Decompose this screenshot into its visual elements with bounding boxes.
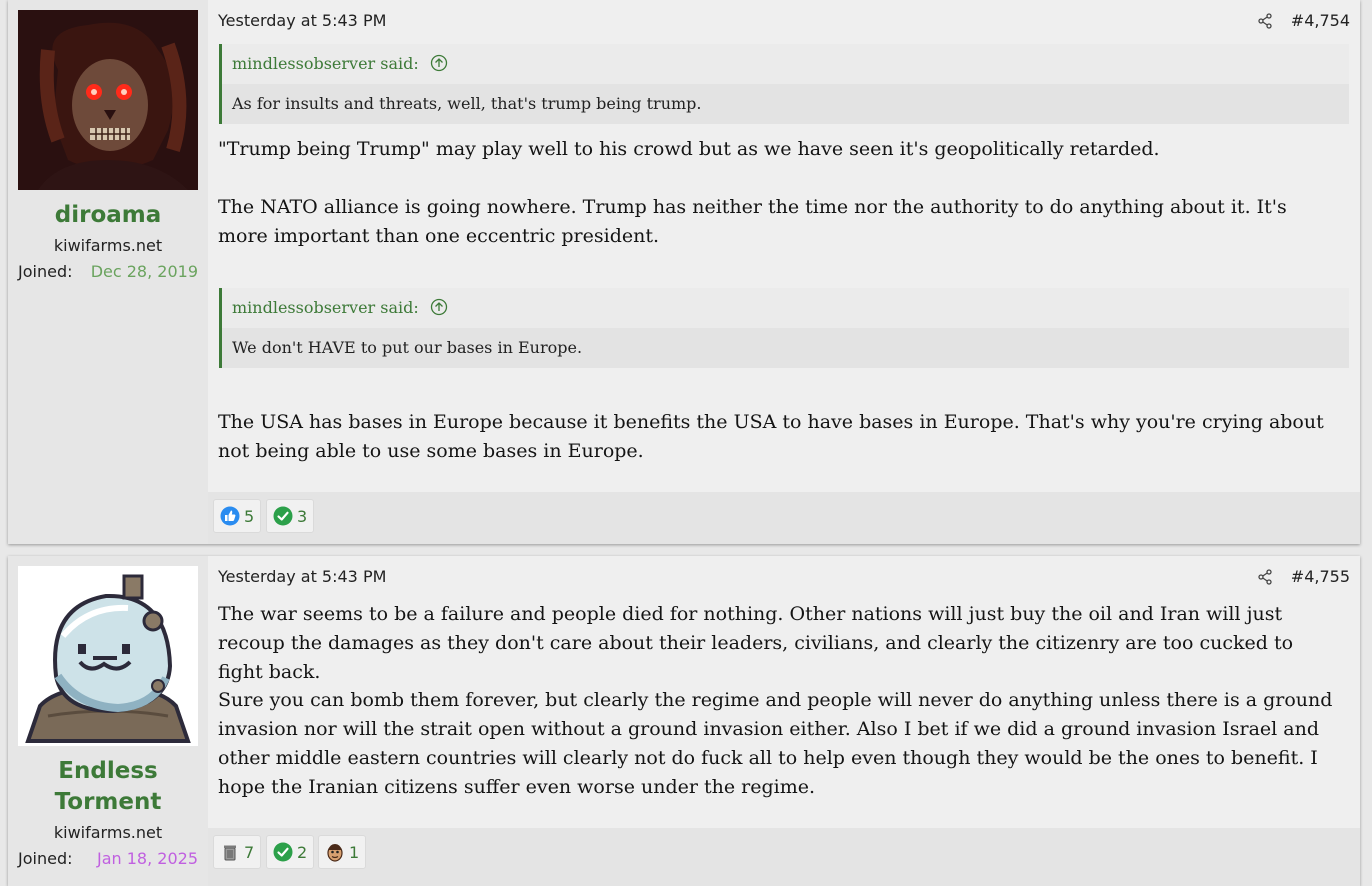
reaction-count: 7 — [244, 842, 255, 862]
post-4754: diroama kiwifarms.net Joined: Dec 28, 20… — [8, 0, 1360, 544]
arrow-up-circle-icon[interactable] — [430, 47, 448, 72]
quote-text: As for insults and threats, well, that's… — [222, 84, 1349, 124]
quote-block: mindlessobserver said: As for insults an… — [219, 44, 1349, 124]
post-timestamp[interactable]: Yesterday at 5:43 PM — [218, 11, 386, 30]
arrow-up-circle-icon[interactable] — [430, 291, 448, 316]
joined-date: Jan 18, 2025 — [97, 849, 198, 868]
post-main: Yesterday at 5:43 PM #4,754 mindlessobse… — [208, 0, 1360, 544]
user-title: kiwifarms.net — [53, 236, 163, 255]
check-icon — [273, 506, 293, 526]
post-paragraph: The USA has bases in Europe because it b… — [218, 411, 1324, 462]
joined-date: Dec 28, 2019 — [90, 262, 198, 281]
post-number[interactable]: #4,754 — [1291, 11, 1350, 30]
reaction-agree[interactable]: 3 — [266, 499, 315, 533]
reaction-count: 5 — [244, 506, 255, 526]
post-paragraph: The war seems to be a failure and people… — [218, 603, 1294, 683]
username[interactable]: Endless Torment — [8, 756, 208, 818]
thumbs-up-icon — [220, 506, 240, 526]
face-icon — [325, 842, 345, 862]
post-paragraph: The NATO alliance is going nowhere. Trum… — [218, 196, 1287, 247]
user-panel: Endless Torment kiwifarms.net Joined: Ja… — [8, 556, 208, 886]
post-timestamp[interactable]: Yesterday at 5:43 PM — [218, 567, 386, 586]
quote-text: We don't HAVE to put our bases in Europe… — [222, 328, 1349, 368]
post-paragraph: Sure you can bomb them forever, but clea… — [218, 689, 1333, 798]
reactions-bar: 7 2 1 — [208, 828, 1360, 886]
username[interactable]: diroama — [8, 200, 208, 231]
avatar[interactable] — [18, 10, 198, 190]
user-title: kiwifarms.net — [53, 823, 163, 842]
reaction-trash[interactable]: 7 — [213, 835, 262, 869]
post-paragraph: "Trump being Trump" may play well to his… — [218, 138, 1160, 160]
share-icon[interactable] — [1257, 568, 1273, 585]
reaction-agree[interactable]: 2 — [266, 835, 315, 869]
post-meta-right: #4,755 — [1257, 567, 1350, 586]
reactions-bar: 5 3 — [208, 492, 1360, 544]
joined-label: Joined: — [18, 262, 73, 281]
quote-author[interactable]: mindlessobserver said: — [232, 54, 419, 73]
trash-can-icon — [220, 842, 240, 862]
quote-header: mindlessobserver said: — [222, 288, 1349, 328]
joined-label: Joined: — [18, 849, 73, 868]
avatar[interactable] — [18, 566, 198, 746]
quote-author[interactable]: mindlessobserver said: — [232, 298, 419, 317]
reaction-count: 1 — [349, 842, 360, 862]
reaction-like[interactable]: 5 — [213, 499, 262, 533]
share-icon[interactable] — [1257, 12, 1273, 29]
reaction-count: 3 — [297, 506, 308, 526]
post-4755: Endless Torment kiwifarms.net Joined: Ja… — [8, 556, 1360, 886]
post-number[interactable]: #4,755 — [1291, 567, 1350, 586]
post-meta-right: #4,754 — [1257, 11, 1350, 30]
user-panel: diroama kiwifarms.net Joined: Dec 28, 20… — [8, 0, 208, 544]
quote-header: mindlessobserver said: — [222, 44, 1349, 84]
reaction-count: 2 — [297, 842, 308, 862]
post-main: Yesterday at 5:43 PM #4,755 The war seem… — [208, 556, 1360, 886]
reaction-face[interactable]: 1 — [318, 835, 367, 869]
quote-block: mindlessobserver said: We don't HAVE to … — [219, 288, 1349, 368]
check-icon — [273, 842, 293, 862]
